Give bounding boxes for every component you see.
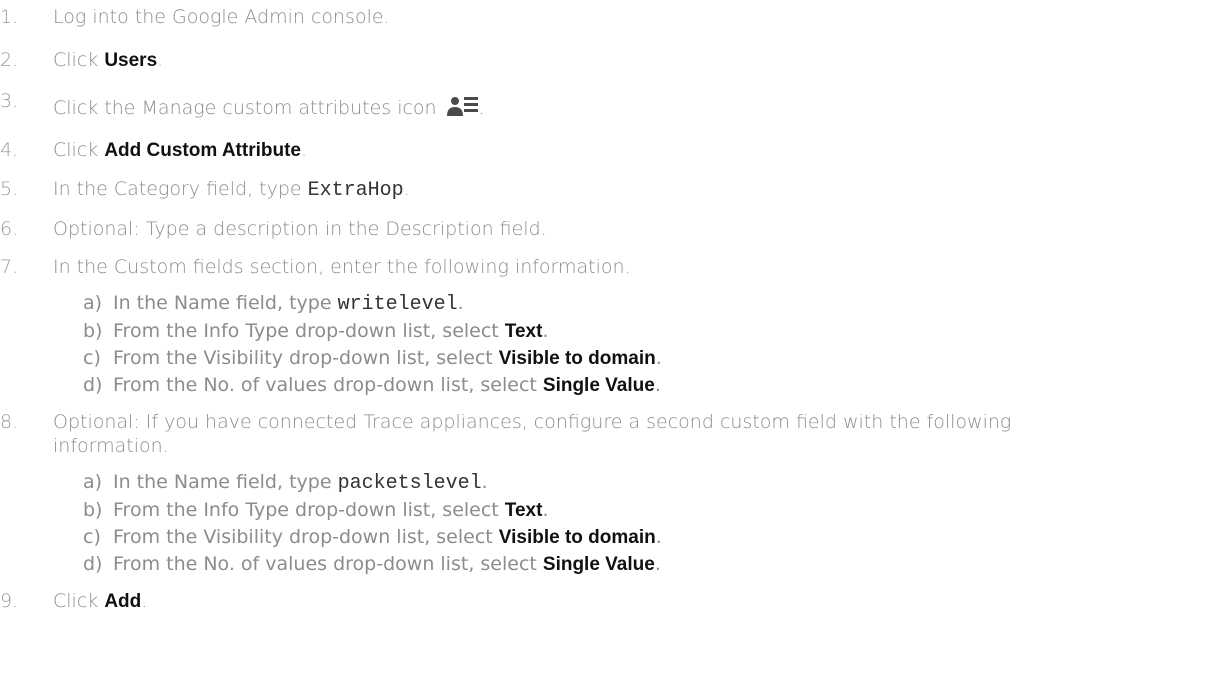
step-number: 8. [0,411,19,433]
step-text: In the Custom fields section, enter the … [53,256,631,278]
substep-letter: a) [83,292,103,314]
step-text: Click [53,590,105,612]
substep-letter: d) [83,374,103,396]
info-type-term: Text [504,500,543,521]
name-value: writelevel [337,293,458,316]
step-number: 2. [0,49,19,71]
substep-text: From the Visibility drop-down list, sele… [113,347,499,369]
step-text: Optional: If you have connected Trace ap… [53,411,1012,433]
step-9: 9. Click Add. [0,589,1224,614]
visibility-term: Visible to domain [498,527,656,548]
name-value: packetslevel [337,472,482,495]
step-punct: . [457,292,464,314]
add-custom-attribute-term: Add Custom Attribute [104,140,301,161]
num-values-term: Single Value [542,554,655,575]
step-3: 3. Click the Manage custom attributes ic… [0,90,1224,120]
substep-letter: a) [83,471,103,493]
step-punct: . [403,178,410,200]
step-punct: . [654,374,661,396]
step-number: 5. [0,178,19,200]
substep-8a: a) In the Name field, type packetslevel. [0,470,1224,496]
substep-8c: c) From the Visibility drop-down list, s… [0,525,1224,550]
step-punct: . [542,499,549,521]
step-5: 5. In the Category field, type ExtraHop. [0,177,1224,203]
step-punct: . [655,526,662,548]
category-value: ExtraHop [307,179,404,202]
substep-text: From the Info Type drop-down list, selec… [113,499,505,521]
step-text: Click the Manage custom attributes icon [53,97,443,119]
substep-text: From the Visibility drop-down list, sele… [113,526,499,548]
step-punct: . [141,590,148,612]
step-2: 2. Click Users. [0,48,1224,73]
substep-8b: b) From the Info Type drop-down list, se… [0,498,1224,523]
step-number: 4. [0,139,19,161]
step-number: 1. [0,6,19,28]
step-punct: . [157,49,164,71]
step-punct: . [478,97,485,119]
substep-7d: d) From the No. of values drop-down list… [0,373,1224,398]
step-punct: . [481,471,488,493]
substep-letter: c) [83,526,101,548]
visibility-term: Visible to domain [498,348,656,369]
step-text: Optional: Type a description in the Desc… [53,218,547,240]
substep-letter: c) [83,347,101,369]
step-text: In the Category field, type [53,178,308,200]
substep-letter: b) [83,499,103,521]
step-7: 7. In the Custom fields section, enter t… [0,255,1224,279]
step-text-continued: information. [53,435,169,457]
substep-text: From the No. of values drop-down list, s… [113,374,543,396]
substep-letter: d) [83,553,103,575]
substep-text: From the Info Type drop-down list, selec… [113,320,505,342]
substep-8d: d) From the No. of values drop-down list… [0,552,1224,577]
substep-letter: b) [83,320,103,342]
step-6: 6. Optional: Type a description in the D… [0,217,1224,241]
step-number: 3. [0,90,19,112]
step-text: Log into the Google Admin console. [53,6,390,28]
step-punct: . [301,139,308,161]
users-term: Users [104,50,158,71]
manage-custom-attributes-icon [446,95,479,117]
substep-text: From the No. of values drop-down list, s… [113,553,543,575]
step-punct: . [542,320,549,342]
step-1: 1. Log into the Google Admin console. [0,5,1224,29]
instruction-list: 1. Log into the Google Admin console. 2.… [0,0,1224,612]
substep-7a: a) In the Name field, type writelevel. [0,291,1224,317]
step-number: 9. [0,590,19,612]
step-text: Click [53,139,105,161]
substep-text: In the Name field, type [113,471,338,493]
step-8: 8. Optional: If you have connected Trace… [0,410,1224,458]
substep-text: In the Name field, type [113,292,338,314]
info-type-term: Text [504,321,543,342]
substep-7c: c) From the Visibility drop-down list, s… [0,346,1224,371]
step-number: 6. [0,218,19,240]
step-4: 4. Click Add Custom Attribute. [0,138,1224,163]
step-punct: . [655,347,662,369]
step-number: 7. [0,256,19,278]
step-punct: . [654,553,661,575]
substep-7b: b) From the Info Type drop-down list, se… [0,319,1224,344]
add-term: Add [104,591,142,612]
num-values-term: Single Value [542,375,655,396]
step-text: Click [53,49,105,71]
